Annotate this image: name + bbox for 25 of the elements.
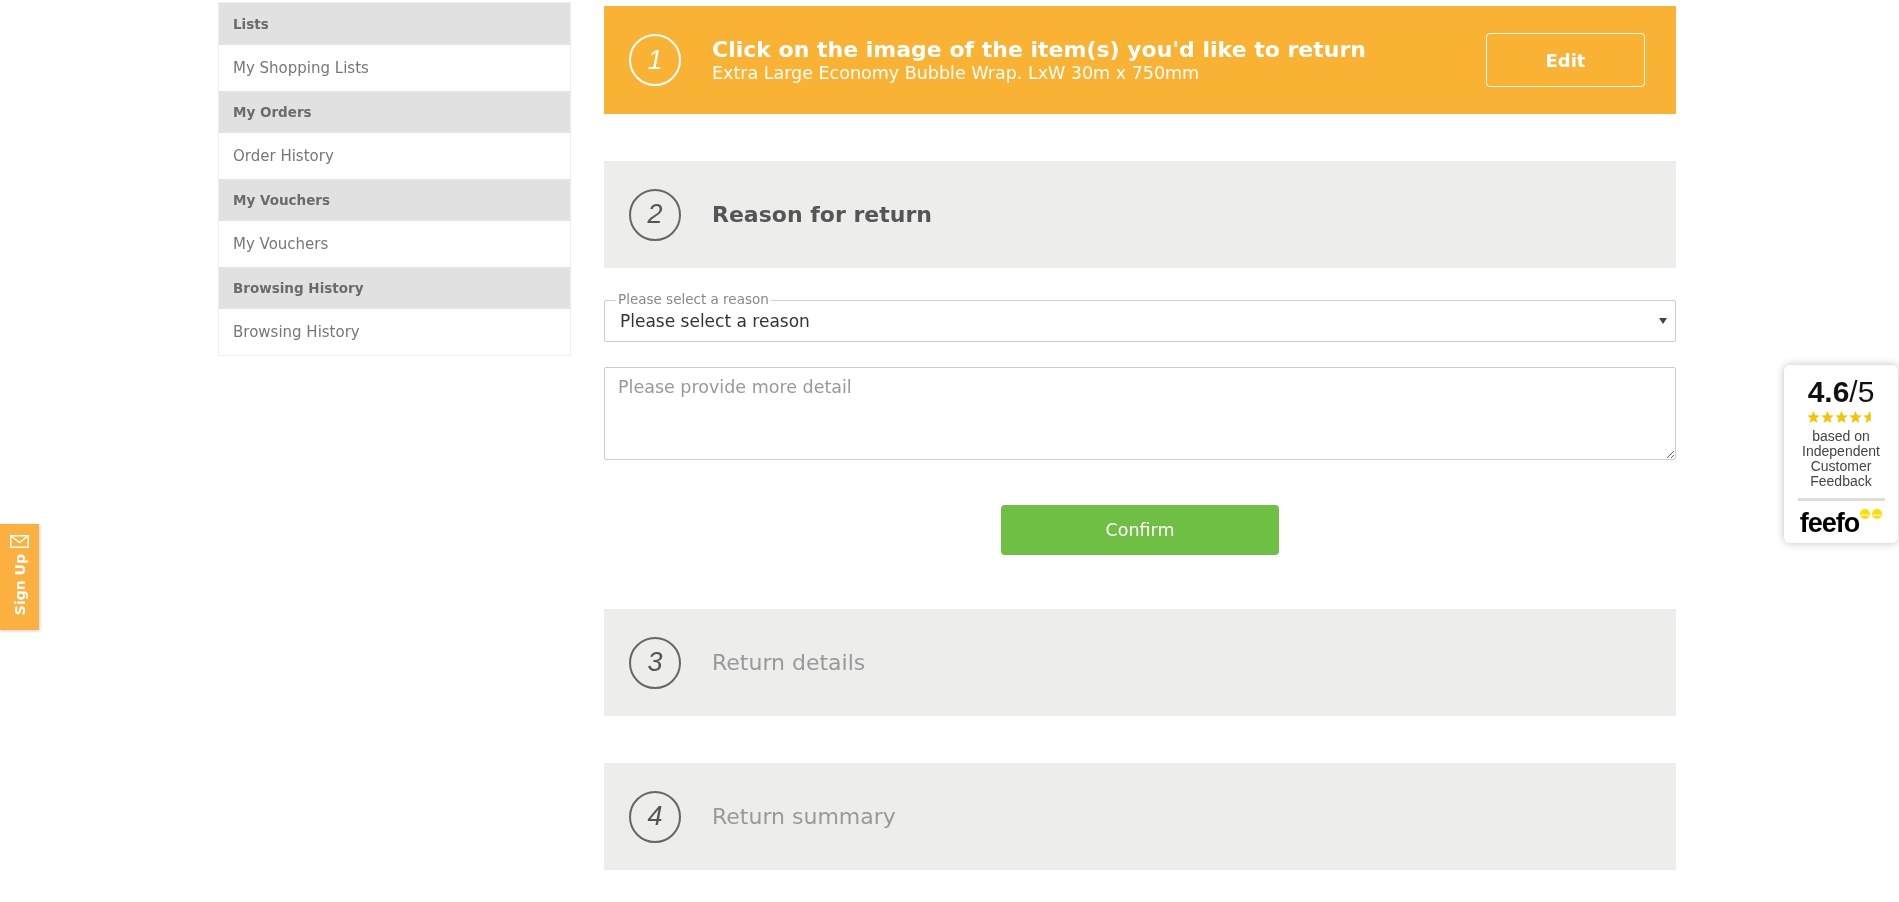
step-title: Click on the image of the item(s) you'd like to return [712, 37, 1366, 62]
sidebar-heading: Browsing History [219, 267, 570, 309]
rating-score: 4.6/5 [1807, 376, 1875, 407]
step-title: Reason for return [712, 202, 932, 227]
step-number: 3 [629, 636, 681, 689]
star-icon [1806, 411, 1820, 423]
sidebar-heading: Lists [219, 3, 570, 45]
eyes-icon [1860, 509, 1883, 519]
rating-caption: based on Independent Customer Feedback [1801, 429, 1881, 489]
sidebar-heading: My Orders [219, 91, 570, 133]
step-number: 2 [629, 188, 681, 241]
star-icon [1820, 411, 1834, 423]
star-icon [1848, 411, 1862, 423]
step-title: Return details [712, 650, 866, 675]
caret-icon [1659, 318, 1667, 324]
star-icon [1834, 411, 1848, 423]
step-subtitle: Extra Large Economy Bubble Wrap. LxW 30m x 750mm [712, 63, 1201, 83]
step-title: Return summary [712, 804, 896, 829]
brand-wordmark: feefo [1799, 509, 1860, 537]
details-textarea[interactable]: Please provide more detail [604, 367, 1676, 460]
select-label: Please select a reason [616, 291, 771, 307]
step-number: 4 [629, 790, 681, 843]
step-number: 1 [629, 34, 681, 86]
mail-icon [10, 535, 29, 548]
sidebar-heading: My Vouchers [219, 179, 570, 221]
